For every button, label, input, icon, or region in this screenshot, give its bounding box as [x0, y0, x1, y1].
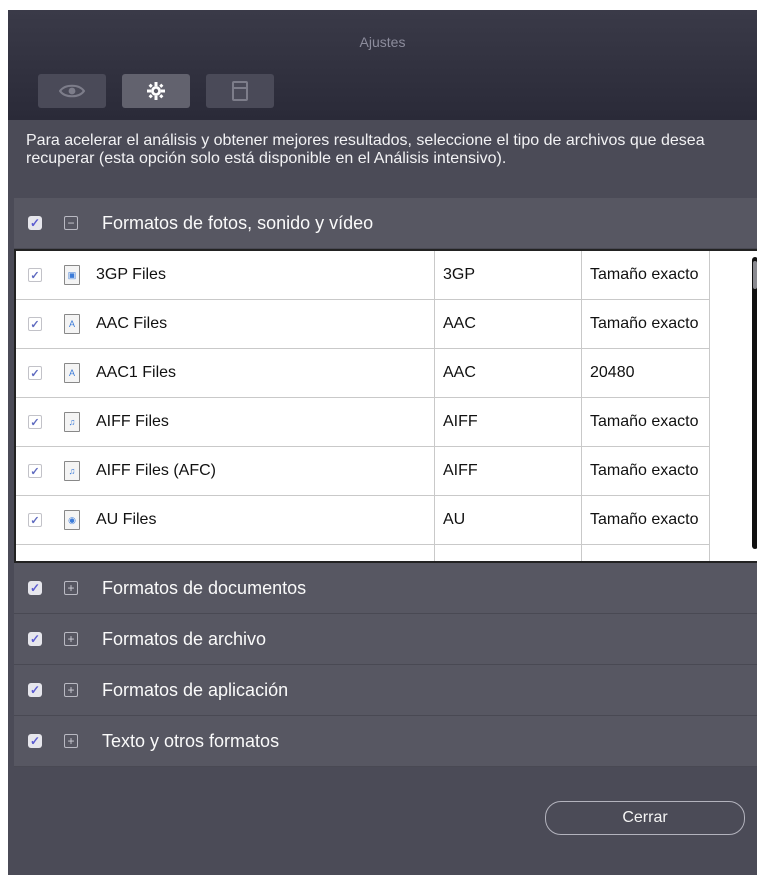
- file-extension: AAC: [434, 299, 582, 349]
- expand-icon[interactable]: +: [64, 683, 78, 697]
- collapse-icon[interactable]: −: [64, 216, 78, 230]
- titlebar: Ajustes: [8, 10, 757, 120]
- section-label: Formatos de archivo: [102, 628, 267, 649]
- section-label: Formatos de fotos, sonido y vídeo: [102, 212, 374, 233]
- eye-icon: [59, 84, 85, 98]
- gear-icon: [147, 82, 165, 100]
- video-file-icon: ▣: [64, 265, 80, 285]
- file-name: AU Files: [96, 511, 157, 528]
- table-row[interactable]: ✓ A AAC Files AAC Tamaño exacto: [16, 299, 710, 349]
- view-tab-button[interactable]: [38, 74, 106, 108]
- sections-list: ✓ − Formatos de fotos, sonido y vídeo ✓ …: [14, 198, 757, 767]
- section-header-media[interactable]: ✓ − Formatos de fotos, sonido y vídeo: [14, 198, 757, 249]
- section-label: Formatos de documentos: [102, 577, 307, 598]
- file-name: AIFF Files (AFC): [96, 462, 216, 479]
- music-file-icon: ♫: [64, 412, 80, 432]
- file-size: Tamaño exacto: [581, 251, 710, 300]
- section-checkbox[interactable]: ✓: [28, 581, 42, 595]
- section-checkbox[interactable]: ✓: [28, 216, 42, 230]
- close-button[interactable]: Cerrar: [545, 801, 745, 835]
- file-extension: 3GP: [434, 251, 582, 300]
- table-row[interactable]: ✓ ◉ AU Files AU Tamaño exacto: [16, 495, 710, 545]
- audio-file-icon: A: [64, 314, 80, 334]
- section-label: Texto y otros formatos: [102, 730, 280, 751]
- file-size: Tamaño exacto: [581, 397, 710, 447]
- scrollbar[interactable]: [752, 257, 757, 549]
- row-checkbox[interactable]: ✓: [28, 513, 42, 527]
- file-extension: AU: [434, 495, 582, 545]
- file-extension: AAC: [434, 348, 582, 398]
- window-title: Ajustes: [359, 34, 406, 50]
- section-checkbox[interactable]: ✓: [28, 632, 42, 646]
- file-name: 3GP Files: [96, 266, 166, 283]
- row-checkbox[interactable]: ✓: [28, 268, 42, 282]
- file-name: AAC Files: [96, 315, 168, 332]
- file-extension: AIFF: [434, 397, 582, 447]
- file-size: Tamaño exacto: [581, 495, 710, 545]
- document-tab-button[interactable]: [206, 74, 274, 108]
- section-header-applications[interactable]: ✓ + Formatos de aplicación: [14, 665, 757, 716]
- description-text: Para acelerar el análisis y obtener mejo…: [26, 132, 705, 167]
- file-name: AAC1 Files: [96, 364, 177, 381]
- file-size: Tamaño exacto: [581, 446, 710, 496]
- audio-file-icon: A: [64, 363, 80, 383]
- scroll-thumb[interactable]: [753, 261, 757, 289]
- expand-icon[interactable]: +: [64, 632, 78, 646]
- table-row[interactable]: ✓ ♫ AIFF Files AIFF Tamaño exacto: [16, 397, 710, 447]
- file-size: Tamaño exacto: [581, 299, 710, 349]
- document-icon: [232, 81, 248, 101]
- table-row[interactable]: ✓ A AAC1 Files AAC 20480: [16, 348, 710, 398]
- table-row[interactable]: ✓ ▣ 3GP Files 3GP Tamaño exacto: [16, 251, 710, 300]
- file-table: ✓ ▣ 3GP Files 3GP Tamaño exacto ✓ A AAC …: [14, 249, 757, 563]
- section-checkbox[interactable]: ✓: [28, 734, 42, 748]
- file-name: AIFF Files: [96, 413, 169, 430]
- settings-tab-button[interactable]: [122, 74, 190, 108]
- toolbar: [38, 74, 274, 108]
- file-size: 20480: [581, 348, 710, 398]
- row-checkbox[interactable]: ✓: [28, 464, 42, 478]
- expand-icon[interactable]: +: [64, 734, 78, 748]
- file-size: Tamaño: [581, 544, 710, 561]
- table-row[interactable]: ✓ ♫ AIFF Files (AFC) AIFF Tamaño exacto: [16, 446, 710, 496]
- section-header-documents[interactable]: ✓ + Formatos de documentos: [14, 563, 757, 614]
- music-file-icon: ♫: [64, 461, 80, 481]
- row-checkbox[interactable]: ✓: [28, 415, 42, 429]
- row-checkbox[interactable]: ✓: [28, 366, 42, 380]
- section-header-text[interactable]: ✓ + Texto y otros formatos: [14, 716, 757, 767]
- section-checkbox[interactable]: ✓: [28, 683, 42, 697]
- section-header-archives[interactable]: ✓ + Formatos de archivo: [14, 614, 757, 665]
- footer: Cerrar: [0, 775, 757, 875]
- expand-icon[interactable]: +: [64, 581, 78, 595]
- row-checkbox[interactable]: ✓: [28, 317, 42, 331]
- audio-file-icon: ◉: [64, 510, 80, 530]
- table-row[interactable]: Tamaño: [16, 544, 710, 561]
- file-extension: AIFF: [434, 446, 582, 496]
- section-label: Formatos de aplicación: [102, 679, 289, 700]
